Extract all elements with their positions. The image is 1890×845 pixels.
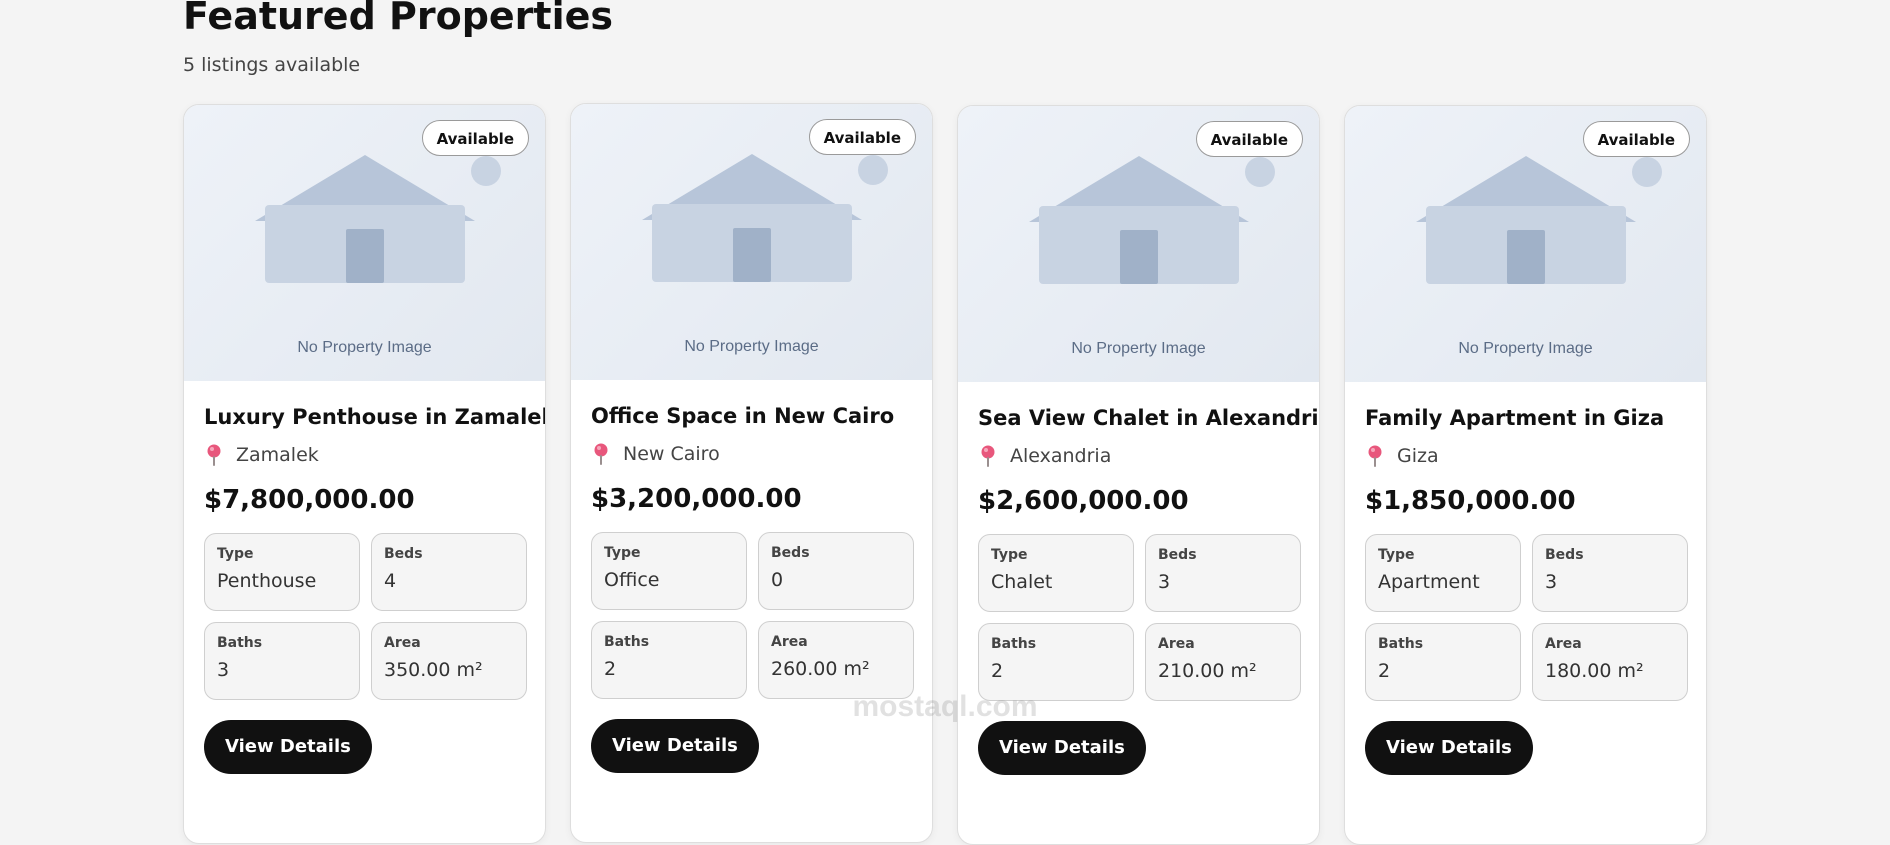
- property-specs: Type Office Beds 0 Baths 2 Area 260.00 m…: [591, 532, 914, 699]
- property-price: $1,850,000.00: [1365, 486, 1576, 516]
- spec-label: Baths: [1378, 636, 1424, 652]
- no-image-text: No Property Image: [297, 339, 432, 356]
- location-pin-icon: [981, 445, 995, 467]
- spec-label: Type: [604, 545, 641, 561]
- spec-label: Area: [771, 634, 808, 650]
- spec-area: Area 260.00 m²: [758, 621, 914, 699]
- location-text: New Cairo: [623, 443, 720, 465]
- spec-label: Type: [991, 547, 1028, 563]
- spec-beds: Beds 3: [1145, 534, 1301, 612]
- spec-baths: Baths 2: [1365, 623, 1521, 701]
- spec-value: 260.00 m²: [771, 658, 870, 680]
- location-pin-icon: [594, 443, 608, 465]
- spec-label: Area: [1545, 636, 1582, 652]
- property-location: Giza: [1365, 444, 1686, 468]
- spec-value: 350.00 m²: [384, 659, 483, 681]
- property-location: New Cairo: [591, 442, 912, 466]
- spec-label: Type: [1378, 547, 1415, 563]
- spec-value: 210.00 m²: [1158, 660, 1257, 682]
- property-specs: Type Penthouse Beds 4 Baths 3 Area 350.0…: [204, 533, 527, 700]
- property-image-placeholder: No Property Image Available: [1345, 106, 1706, 382]
- spec-value: 3: [217, 659, 230, 681]
- spec-label: Baths: [217, 635, 263, 651]
- property-title: Luxury Penthouse in Zamalek: [204, 405, 546, 429]
- spec-value: 4: [384, 570, 397, 592]
- spec-type: Type Penthouse: [204, 533, 360, 611]
- spec-label: Beds: [771, 545, 810, 561]
- spec-label: Type: [217, 546, 254, 562]
- spec-value: Office: [604, 569, 660, 591]
- spec-beds: Beds 4: [371, 533, 527, 611]
- property-specs: Type Chalet Beds 3 Baths 2 Area 210.00 m…: [978, 534, 1301, 701]
- spec-label: Beds: [1158, 547, 1197, 563]
- property-price: $3,200,000.00: [591, 484, 802, 514]
- location-pin-icon: [1368, 445, 1382, 467]
- spec-value: 180.00 m²: [1545, 660, 1644, 682]
- spec-value: 2: [991, 660, 1004, 682]
- property-card[interactable]: No Property Image Available Office Space…: [570, 103, 933, 843]
- spec-baths: Baths 2: [591, 621, 747, 699]
- spec-area: Area 350.00 m²: [371, 622, 527, 700]
- property-card[interactable]: No Property Image Available Sea View Cha…: [957, 105, 1320, 845]
- spec-baths: Baths 3: [204, 622, 360, 700]
- spec-type: Type Office: [591, 532, 747, 610]
- location-text: Zamalek: [236, 444, 319, 466]
- spec-value: 0: [771, 569, 784, 591]
- spec-label: Beds: [1545, 547, 1584, 563]
- status-badge: Available: [808, 119, 916, 155]
- spec-beds: Beds 3: [1532, 534, 1688, 612]
- spec-value: Penthouse: [217, 570, 317, 592]
- spec-area: Area 180.00 m²: [1532, 623, 1688, 701]
- view-details-button[interactable]: View Details: [1365, 721, 1533, 775]
- property-specs: Type Apartment Beds 3 Baths 2 Area 180.0…: [1365, 534, 1688, 701]
- property-title: Family Apartment in Giza: [1365, 406, 1665, 430]
- property-image-placeholder: No Property Image Available: [184, 105, 545, 381]
- location-text: Alexandria: [1010, 445, 1112, 467]
- location-text: Giza: [1397, 445, 1439, 467]
- property-location: Alexandria: [978, 444, 1299, 468]
- location-pin-icon: [207, 444, 221, 466]
- spec-value: 3: [1545, 571, 1558, 593]
- status-badge: Available: [1195, 121, 1303, 157]
- spec-beds: Beds 0: [758, 532, 914, 610]
- property-card[interactable]: No Property Image Available Luxury Penth…: [183, 104, 546, 844]
- spec-value: 2: [1378, 660, 1391, 682]
- property-title: Office Space in New Cairo: [591, 404, 895, 428]
- property-image-placeholder: No Property Image Available: [958, 106, 1319, 382]
- spec-label: Beds: [384, 546, 423, 562]
- property-image-placeholder: No Property Image Available: [571, 104, 932, 380]
- status-badge: Available: [1582, 121, 1690, 157]
- spec-value: Apartment: [1378, 571, 1480, 593]
- spec-type: Type Apartment: [1365, 534, 1521, 612]
- spec-label: Baths: [991, 636, 1037, 652]
- view-details-button[interactable]: View Details: [204, 720, 372, 774]
- spec-label: Area: [384, 635, 421, 651]
- property-price: $7,800,000.00: [204, 485, 415, 515]
- no-image-text: No Property Image: [1071, 340, 1206, 357]
- spec-type: Type Chalet: [978, 534, 1134, 612]
- spec-value: 2: [604, 658, 617, 680]
- spec-baths: Baths 2: [978, 623, 1134, 701]
- spec-label: Baths: [604, 634, 650, 650]
- view-details-button[interactable]: View Details: [591, 719, 759, 773]
- no-image-text: No Property Image: [1458, 340, 1593, 357]
- property-title: Sea View Chalet in Alexandria: [978, 406, 1320, 430]
- status-badge: Available: [421, 120, 529, 156]
- view-details-button[interactable]: View Details: [978, 721, 1146, 775]
- spec-area: Area 210.00 m²: [1145, 623, 1301, 701]
- property-location: Zamalek: [204, 443, 525, 467]
- no-image-text: No Property Image: [684, 338, 819, 355]
- property-card[interactable]: No Property Image Available Family Apart…: [1344, 105, 1707, 845]
- property-price: $2,600,000.00: [978, 486, 1189, 516]
- spec-value: 3: [1158, 571, 1171, 593]
- spec-label: Area: [1158, 636, 1195, 652]
- property-cards: No Property Image Available Luxury Penth…: [0, 0, 1890, 845]
- spec-value: Chalet: [991, 571, 1053, 593]
